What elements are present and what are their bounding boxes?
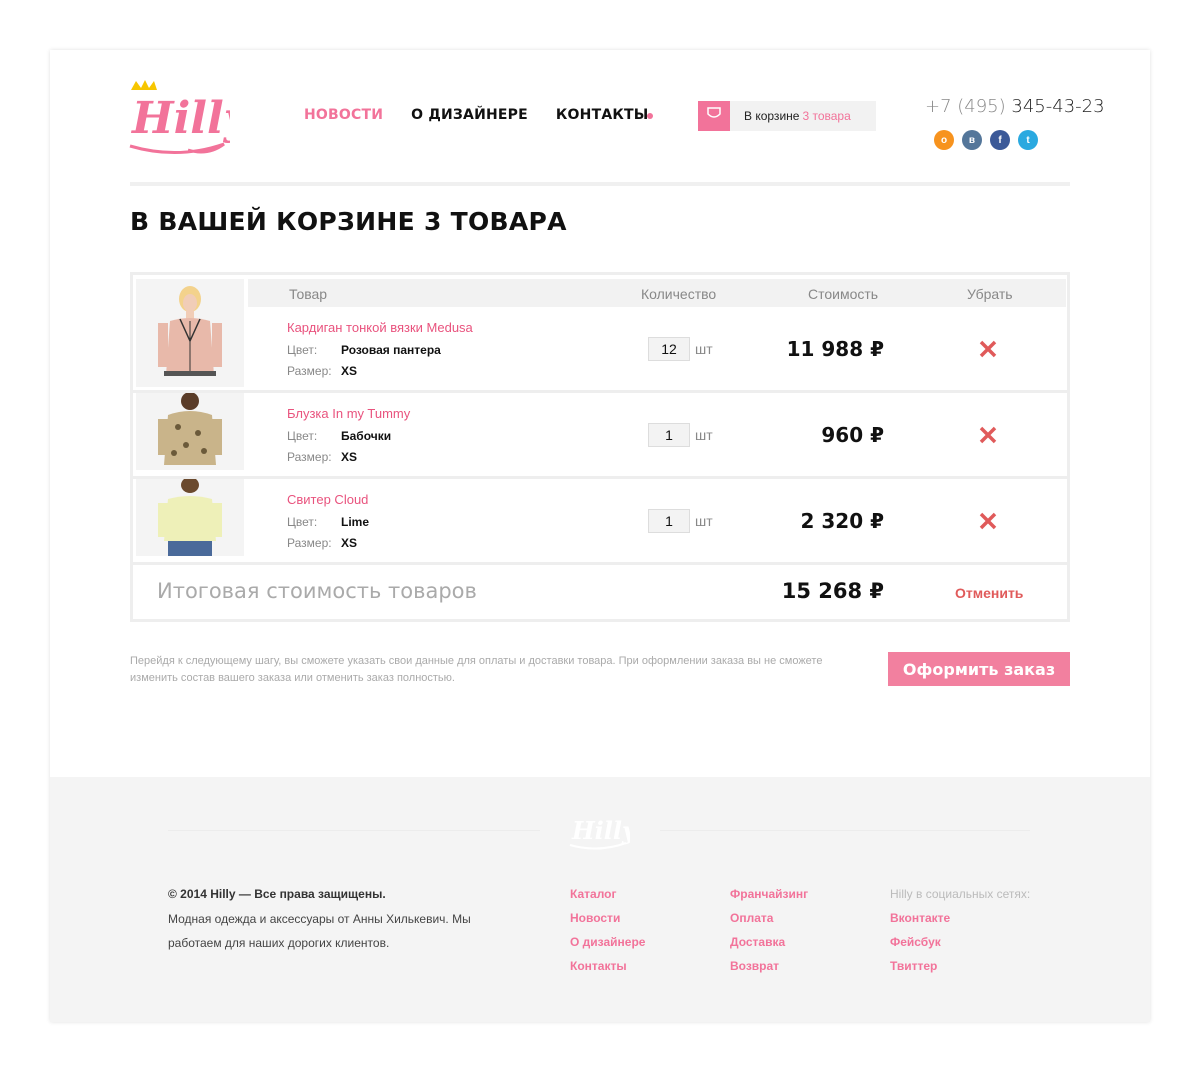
size-label: Размер: bbox=[287, 364, 332, 378]
social-heading: Hilly в социальных сетях: bbox=[890, 887, 1031, 901]
remove-item-icon[interactable] bbox=[978, 339, 998, 359]
product-name-link[interactable]: Кардиган тонкой вязки Medusa bbox=[287, 320, 473, 335]
product-image-blouse[interactable] bbox=[136, 393, 244, 470]
cancel-order-link[interactable]: Отменить bbox=[955, 585, 1023, 601]
footer-link-designer[interactable]: О дизайнере bbox=[570, 935, 645, 959]
footer: Hilly © 2014 Hilly — Все права защищены.… bbox=[50, 777, 1150, 1022]
footer-link-payment[interactable]: Оплата bbox=[730, 911, 808, 935]
footer-link-contacts[interactable]: Контакты bbox=[570, 959, 645, 983]
twitter-icon[interactable]: t bbox=[1018, 130, 1038, 150]
footer-description: Модная одежда и аксессуары от Анны Хильк… bbox=[168, 912, 471, 950]
cart-count: 3 товара bbox=[802, 109, 851, 123]
footer-logo[interactable]: Hilly bbox=[568, 813, 630, 853]
footer-link-delivery[interactable]: Доставка bbox=[730, 935, 808, 959]
color-value: Бабочки bbox=[341, 429, 392, 443]
cart-table: Товар Количество Стоимость Убрать Кардиг… bbox=[130, 272, 1070, 622]
footer-link-news[interactable]: Новости bbox=[570, 911, 645, 935]
color-value: Розовая пантера bbox=[341, 343, 441, 357]
size-label: Размер: bbox=[287, 536, 332, 550]
footer-divider-right bbox=[660, 830, 1030, 831]
table-row: Блузка In my Tummy Цвет: Бабочки Размер:… bbox=[133, 393, 1067, 479]
footer-divider-left bbox=[168, 830, 540, 831]
place-order-button[interactable]: Оформить заказ bbox=[888, 652, 1070, 686]
quantity-input[interactable]: 1 bbox=[648, 509, 690, 533]
page-frame: Hilly НОВОСТИ О ДИЗАЙНЕРЕ КОНТАКТЫ В кор… bbox=[50, 50, 1150, 1022]
page-title: В ВАШЕЙ КОРЗИНЕ 3 ТОВАРА bbox=[130, 207, 567, 236]
svg-text:Hilly: Hilly bbox=[130, 93, 230, 144]
footer-link-catalog[interactable]: Каталог bbox=[570, 887, 645, 911]
cart-label: В корзине 3 товара bbox=[744, 109, 851, 123]
shopping-bag-icon bbox=[698, 101, 730, 131]
product-name-link[interactable]: Блузка In my Tummy bbox=[287, 406, 410, 421]
item-price: 2 320 ₽ bbox=[800, 509, 884, 533]
checkout-note: Перейдя к следующему шагу, вы сможете ук… bbox=[130, 655, 823, 684]
table-row: Свитер Cloud Цвет: Lime Размер: XS 1 шт … bbox=[133, 479, 1067, 565]
footer-col-main: Каталог Новости О дизайнере Контакты bbox=[570, 887, 645, 983]
color-label: Цвет: bbox=[287, 343, 318, 357]
unit-label: шт bbox=[695, 341, 713, 357]
size-value: XS bbox=[341, 450, 358, 464]
social-icons: о в f t bbox=[934, 130, 1038, 150]
footer-col-social: Hilly в социальных сетях: Вконтакте Фейс… bbox=[890, 887, 1030, 983]
size-label: Размер: bbox=[287, 450, 332, 464]
size-value: XS bbox=[341, 364, 358, 378]
product-image-sweater[interactable] bbox=[136, 479, 244, 556]
hilly-logo[interactable]: Hilly bbox=[128, 78, 230, 158]
footer-col-info: Франчайзинг Оплата Доставка Возврат bbox=[730, 887, 808, 983]
remove-item-icon[interactable] bbox=[978, 511, 998, 531]
unit-label: шт bbox=[695, 427, 713, 443]
total-price: 15 268 ₽ bbox=[781, 579, 884, 603]
item-price: 960 ₽ bbox=[821, 423, 884, 447]
footer-link-return[interactable]: Возврат bbox=[730, 959, 808, 983]
phone-number: +7 (495) 345-43-23 bbox=[925, 96, 1105, 117]
main-nav: НОВОСТИ О ДИЗАЙНЕРЕ КОНТАКТЫ bbox=[304, 107, 676, 123]
footer-link-facebook[interactable]: Фейсбук bbox=[890, 935, 1030, 959]
vkontakte-icon[interactable]: в bbox=[962, 130, 982, 150]
total-label: Итоговая стоимость товаров bbox=[157, 579, 477, 603]
odnoklassniki-icon[interactable]: о bbox=[934, 130, 954, 150]
product-image-cardigan[interactable] bbox=[136, 279, 244, 387]
facebook-icon[interactable]: f bbox=[990, 130, 1010, 150]
nav-designer[interactable]: О ДИЗАЙНЕРЕ bbox=[411, 107, 528, 123]
product-name-link[interactable]: Свитер Cloud bbox=[287, 492, 368, 507]
cart-widget[interactable]: В корзине 3 товара bbox=[698, 101, 876, 131]
footer-link-twitter[interactable]: Твиттер bbox=[890, 959, 1030, 983]
quantity-input[interactable]: 12 bbox=[648, 337, 690, 361]
item-price: 11 988 ₽ bbox=[786, 337, 884, 361]
size-value: XS bbox=[341, 536, 358, 550]
nav-contacts[interactable]: КОНТАКТЫ bbox=[556, 107, 649, 123]
remove-item-icon[interactable] bbox=[978, 425, 998, 445]
quantity-input[interactable]: 1 bbox=[648, 423, 690, 447]
nav-dot bbox=[647, 113, 653, 119]
footer-link-vk[interactable]: Вконтакте bbox=[890, 911, 1030, 935]
color-label: Цвет: bbox=[287, 429, 318, 443]
color-value: Lime bbox=[341, 515, 370, 529]
svg-text:Hilly: Hilly bbox=[571, 816, 630, 845]
header-divider bbox=[130, 182, 1070, 186]
footer-link-franchise[interactable]: Франчайзинг bbox=[730, 887, 808, 911]
table-row: Кардиган тонкой вязки Medusa Цвет: Розов… bbox=[133, 275, 1067, 393]
copyright: © 2014 Hilly — Все права защищены. bbox=[168, 887, 386, 901]
nav-news[interactable]: НОВОСТИ bbox=[304, 107, 383, 123]
unit-label: шт bbox=[695, 513, 713, 529]
color-label: Цвет: bbox=[287, 515, 318, 529]
